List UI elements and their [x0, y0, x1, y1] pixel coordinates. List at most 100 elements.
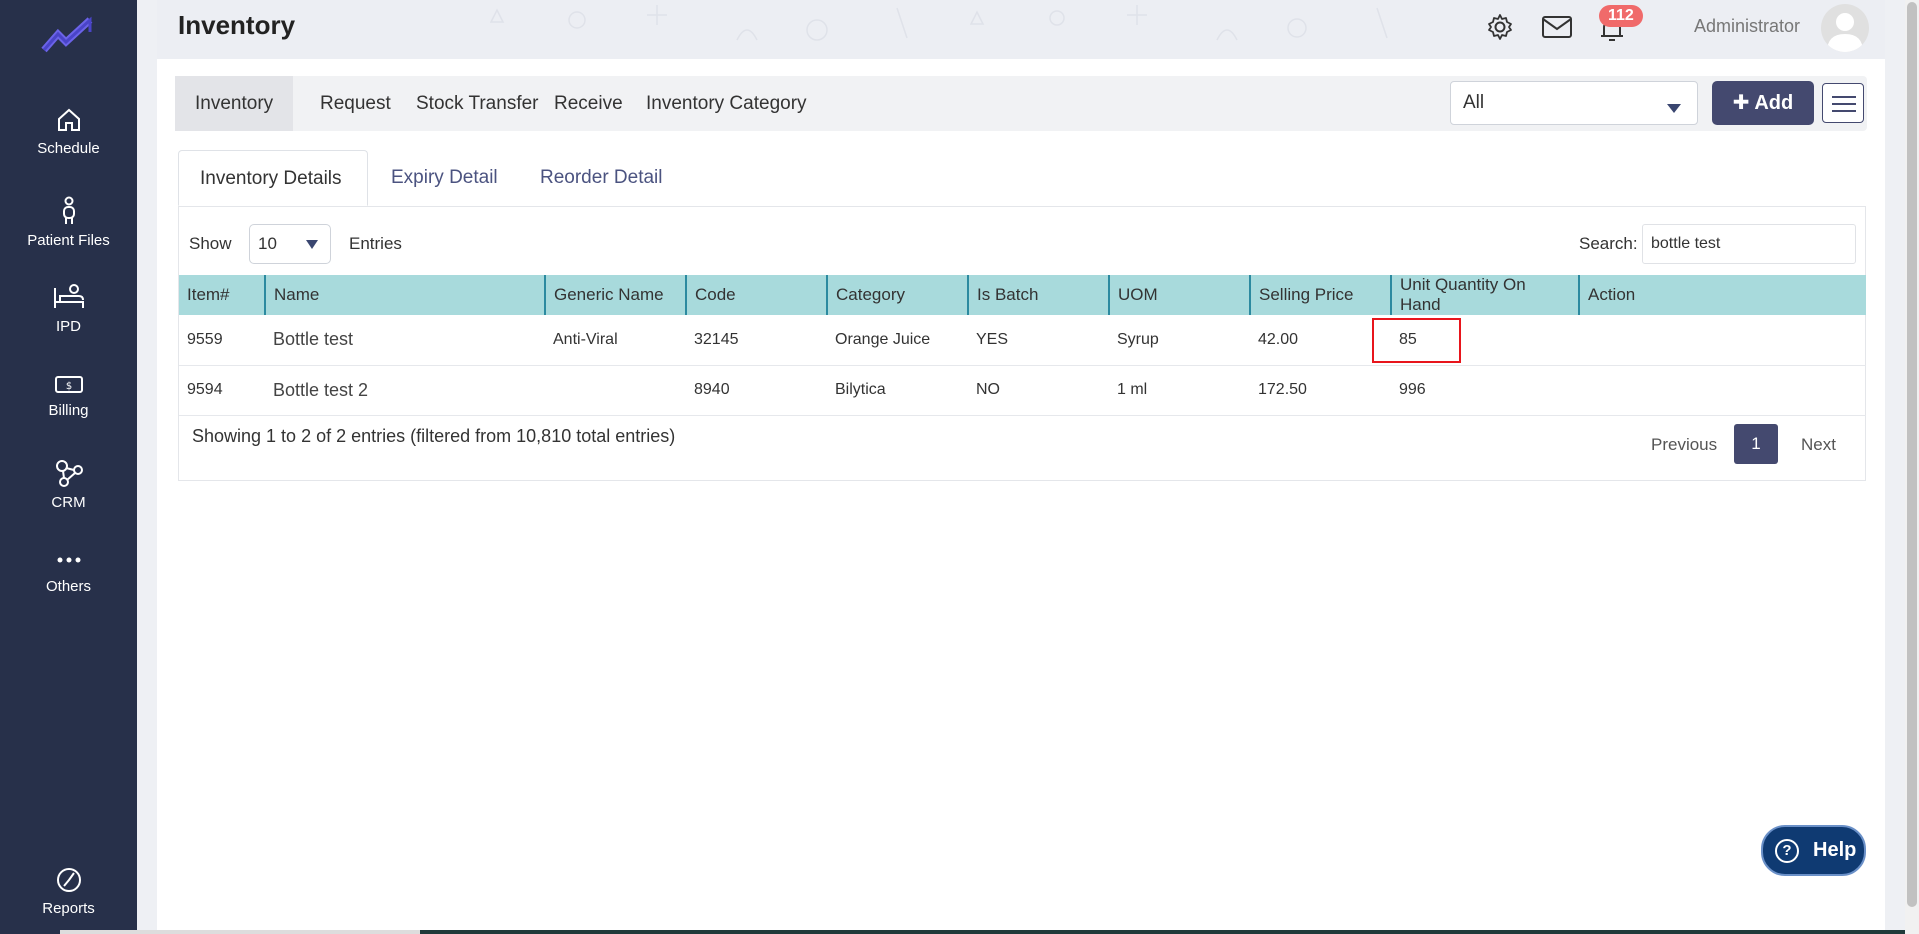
column-header-category[interactable]: Category — [826, 275, 968, 315]
tab-inventory-category[interactable]: Inventory Category — [626, 76, 827, 131]
horizontal-scrollbar[interactable] — [60, 930, 1905, 934]
sidebar-item-label: Schedule — [37, 140, 100, 157]
column-header-generic-name[interactable]: Generic Name — [544, 275, 686, 315]
user-name[interactable]: Administrator — [1694, 16, 1800, 37]
location-filter-select[interactable]: All — [1450, 81, 1698, 125]
table-row[interactable]: 9594 Bottle test 2 8940 Bilytica NO 1 ml… — [179, 365, 1866, 416]
pagination-previous[interactable]: Previous — [1651, 435, 1717, 455]
sidebar-item-schedule[interactable]: Schedule — [0, 106, 137, 157]
inventory-table-card: Show 10 Entries Search: Item# Name Gener… — [178, 206, 1866, 481]
cell-action[interactable] — [1579, 315, 1866, 366]
chevron-down-icon — [1667, 104, 1681, 113]
cell-code: 8940 — [686, 365, 827, 416]
plus-icon: ✚ — [1732, 92, 1750, 114]
more-icon — [57, 557, 80, 563]
svg-text:$: $ — [65, 381, 71, 392]
pie-icon — [56, 868, 81, 892]
celebration-pattern-icon — [489, 5, 1388, 41]
sidebar: Schedule Patient Files IPD $ Billing CRM — [0, 0, 137, 934]
cell-category: Bilytica — [827, 365, 968, 416]
highlight-box — [1372, 318, 1461, 363]
help-button[interactable]: ? Help — [1761, 825, 1866, 876]
cash-icon: $ — [54, 376, 83, 393]
cell-action[interactable] — [1579, 365, 1866, 416]
filter-selected-value: All — [1463, 92, 1485, 113]
show-label: Show — [189, 234, 232, 253]
sidebar-item-ipd[interactable]: IPD — [0, 282, 137, 335]
sidebar-item-label: Reports — [42, 900, 95, 917]
horizontal-scrollbar-thumb[interactable] — [420, 930, 1905, 934]
entries-label: Entries — [349, 234, 402, 253]
cell-name[interactable]: Bottle test 2 — [265, 365, 545, 416]
cell-uom: 1 ml — [1109, 365, 1250, 416]
pagination-page-1[interactable]: 1 — [1734, 424, 1778, 464]
hamburger-icon — [1832, 103, 1856, 105]
person-icon — [62, 196, 75, 224]
sidebar-item-crm[interactable]: CRM — [0, 458, 137, 511]
page-size-value: 10 — [258, 234, 277, 253]
cell-code: 32145 — [686, 315, 827, 366]
cell-item: 9594 — [179, 365, 265, 416]
table-row[interactable]: 9559 Bottle test Anti-Viral 32145 Orange… — [179, 315, 1866, 366]
search-label: Search: — [1579, 234, 1638, 253]
cell-selling-price: 172.50 — [1250, 365, 1391, 416]
column-header-item[interactable]: Item# — [179, 275, 265, 315]
column-header-unit-quantity[interactable]: Unit Quantity On Hand — [1390, 275, 1579, 315]
cell-name[interactable]: Bottle test — [265, 315, 545, 366]
cell-generic-name — [545, 365, 686, 416]
user-avatar-icon — [1827, 13, 1863, 52]
column-header-selling-price[interactable]: Selling Price — [1249, 275, 1391, 315]
column-header-code[interactable]: Code — [685, 275, 827, 315]
inventory-nav: Inventory Request Stock Transfer Receive… — [175, 76, 1867, 131]
column-header-action: Action — [1578, 275, 1866, 315]
network-icon — [55, 460, 83, 487]
column-header-is-batch[interactable]: Is Batch — [967, 275, 1109, 315]
pagination-next[interactable]: Next — [1801, 435, 1836, 455]
page-title: Inventory — [178, 10, 296, 40]
cell-generic-name: Anti-Viral — [545, 315, 686, 366]
tab-expiry-detail[interactable]: Expiry Detail — [370, 150, 519, 206]
table-info: Showing 1 to 2 of 2 entries (filtered fr… — [192, 426, 676, 446]
sidebar-item-patient-files[interactable]: Patient Files — [0, 196, 137, 249]
inventory-table: Item# Name Generic Name Code Category Is… — [179, 275, 1866, 416]
cell-is-batch: NO — [968, 365, 1109, 416]
cell-selling-price: 42.00 — [1250, 315, 1391, 366]
column-header-uom[interactable]: UOM — [1108, 275, 1250, 315]
main-panel: Inventory 112 Administrator Inventory Re… — [157, 0, 1885, 934]
notification-badge[interactable]: 112 — [1599, 5, 1643, 27]
tab-inventory[interactable]: Inventory — [175, 76, 294, 131]
question-icon: ? — [1775, 839, 1799, 863]
cell-item: 9559 — [179, 315, 265, 366]
cell-unit-quantity: 85 — [1372, 315, 1579, 366]
avatar[interactable] — [1821, 4, 1869, 52]
table-header-row: Item# Name Generic Name Code Category Is… — [179, 275, 1866, 315]
header: Inventory 112 Administrator — [157, 0, 1885, 59]
add-button[interactable]: ✚ Add — [1712, 81, 1814, 125]
sidebar-item-billing[interactable]: $ Billing — [0, 372, 137, 419]
bed-icon — [53, 284, 84, 308]
hamburger-icon — [1832, 96, 1856, 98]
sidebar-item-label: Billing — [48, 402, 89, 419]
tab-request[interactable]: Request — [300, 76, 411, 131]
gear-icon[interactable] — [1485, 12, 1515, 42]
scrollbar-thumb[interactable] — [1907, 2, 1917, 907]
cell-unit-quantity: 996 — [1391, 365, 1579, 416]
add-button-label: Add — [1754, 92, 1794, 114]
page-size-select[interactable]: 10 — [249, 224, 331, 264]
search-input[interactable] — [1642, 224, 1856, 264]
cell-category: Orange Juice — [827, 315, 968, 366]
help-label: Help — [1813, 839, 1857, 861]
mail-icon[interactable] — [1541, 14, 1573, 40]
menu-button[interactable] — [1822, 83, 1864, 123]
sidebar-item-label: Patient Files — [27, 232, 110, 249]
sidebar-item-label: CRM — [51, 494, 86, 511]
tab-reorder-detail[interactable]: Reorder Detail — [519, 150, 684, 206]
sidebar-item-reports[interactable]: Reports — [0, 866, 137, 917]
column-header-name[interactable]: Name — [264, 275, 545, 315]
sidebar-item-label: IPD — [55, 318, 81, 335]
tab-inventory-details[interactable]: Inventory Details — [178, 150, 368, 206]
sidebar-item-label: Others — [45, 578, 91, 595]
hamburger-icon — [1832, 110, 1856, 112]
sidebar-item-others[interactable]: Others — [0, 548, 137, 595]
logo-icon — [41, 16, 93, 53]
